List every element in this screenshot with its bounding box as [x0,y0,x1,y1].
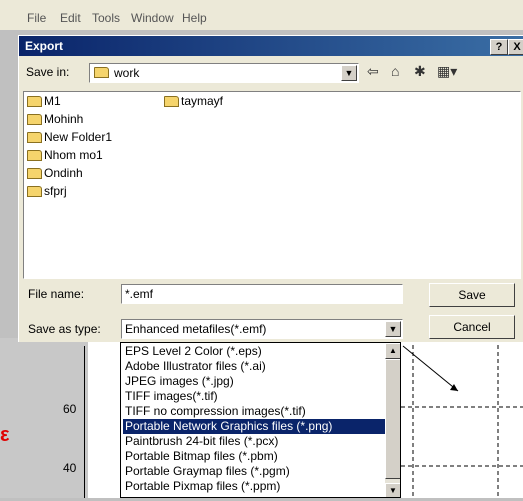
dialog-titlebar[interactable]: Export ? X [19,36,523,56]
y-tick-40: 40 [63,461,77,475]
file-list: M1 Mohinh New Folder1 Nhom mo1 Ondinh sf… [23,91,521,279]
back-icon[interactable]: ⇦ [367,63,379,80]
folder-item[interactable]: New Folder1 [27,130,112,144]
type-option[interactable]: Adobe Illustrator files (*.ai) [123,359,385,374]
folder-label: Mohinh [44,112,84,126]
y-tick-60: 60 [63,402,77,416]
file-name-input[interactable]: *.emf [121,284,403,304]
menu-edit[interactable]: Edit [60,11,81,25]
folder-icon [94,67,109,78]
close-button[interactable]: X [508,39,523,55]
folder-item[interactable]: M1 [27,94,61,108]
menu-tools[interactable]: Tools [92,11,120,25]
file-name-value: *.emf [125,287,154,301]
folder-icon [27,168,42,180]
folder-item[interactable]: taymayf [164,94,223,108]
menu-file[interactable]: File [27,11,46,25]
list-scrollbar[interactable]: ▲ ▼ [385,343,400,497]
type-option[interactable]: TIFF no compression images(*.tif) [123,404,385,419]
chevron-down-icon[interactable]: ▼ [385,321,401,337]
save-type-combo[interactable]: Enhanced metafiles(*.emf) ▼ [121,319,403,339]
type-option[interactable]: Portable Graymap files (*.pgm) [123,464,385,479]
folder-label: New Folder1 [44,130,113,144]
folder-item[interactable]: sfprj [27,184,67,198]
type-option[interactable]: JPEG images (*.jpg) [123,374,385,389]
folder-label: sfprj [44,184,67,198]
folder-icon [27,132,42,144]
red-mark: ε [0,424,10,446]
save-in-combo[interactable]: work ▼ [89,63,359,83]
type-option[interactable]: Portable Pixmap files (*.ppm) [123,479,385,494]
folder-icon [27,96,42,108]
folder-item[interactable]: Mohinh [27,112,83,126]
view-menu-icon[interactable]: ▦▾ [437,63,457,80]
up-folder-icon[interactable]: ⌂ [391,63,399,79]
export-dialog: Export ? X Save in: work ▼ ⇦ ⌂ ✱ ▦▾ M1 M… [18,35,523,342]
type-option[interactable]: Portable Bitmap files (*.pbm) [123,449,385,464]
help-button[interactable]: ? [490,39,508,55]
type-option-selected[interactable]: Portable Network Graphics files (*.png) [122,418,386,435]
folder-icon [27,114,42,126]
menu-window[interactable]: Window [131,11,174,25]
save-in-value: work [114,66,140,80]
type-option[interactable]: EPS Level 2 Color (*.eps) [123,344,385,359]
scroll-up-icon[interactable]: ▲ [385,343,400,359]
folder-label: taymayf [181,94,224,108]
save-type-value: Enhanced metafiles(*.emf) [125,322,267,336]
folder-item[interactable]: Nhom mo1 [27,148,103,162]
folder-label: Ondinh [44,166,83,180]
folder-icon [27,150,42,162]
folder-item[interactable]: Ondinh [27,166,83,180]
scroll-thumb[interactable] [385,359,400,479]
menu-help[interactable]: Help [182,11,207,25]
save-in-label: Save in: [26,65,70,79]
file-name-label: File name: [28,287,85,301]
folder-icon [164,96,179,108]
folder-label: Nhom mo1 [44,148,103,162]
save-button[interactable]: Save [429,283,515,307]
arrow-line [402,345,459,392]
scroll-down-icon[interactable]: ▼ [385,483,400,497]
new-folder-icon[interactable]: ✱ [414,63,426,80]
type-option[interactable]: TIFF images(*.tif) [123,389,385,404]
folder-label: M1 [44,94,61,108]
save-type-dropdown-list: EPS Level 2 Color (*.eps) Adobe Illustra… [120,342,401,498]
cancel-button[interactable]: Cancel [429,315,515,339]
plot-y-axis [84,346,85,498]
dialog-title: Export [25,39,64,53]
type-option[interactable]: Paintbrush 24-bit files (*.pcx) [123,434,385,449]
app-menu-bar: File Edit Tools Window Help [0,0,523,30]
folder-icon [27,186,42,198]
chevron-down-icon[interactable]: ▼ [341,65,357,81]
save-type-label: Save as type: [28,322,101,336]
